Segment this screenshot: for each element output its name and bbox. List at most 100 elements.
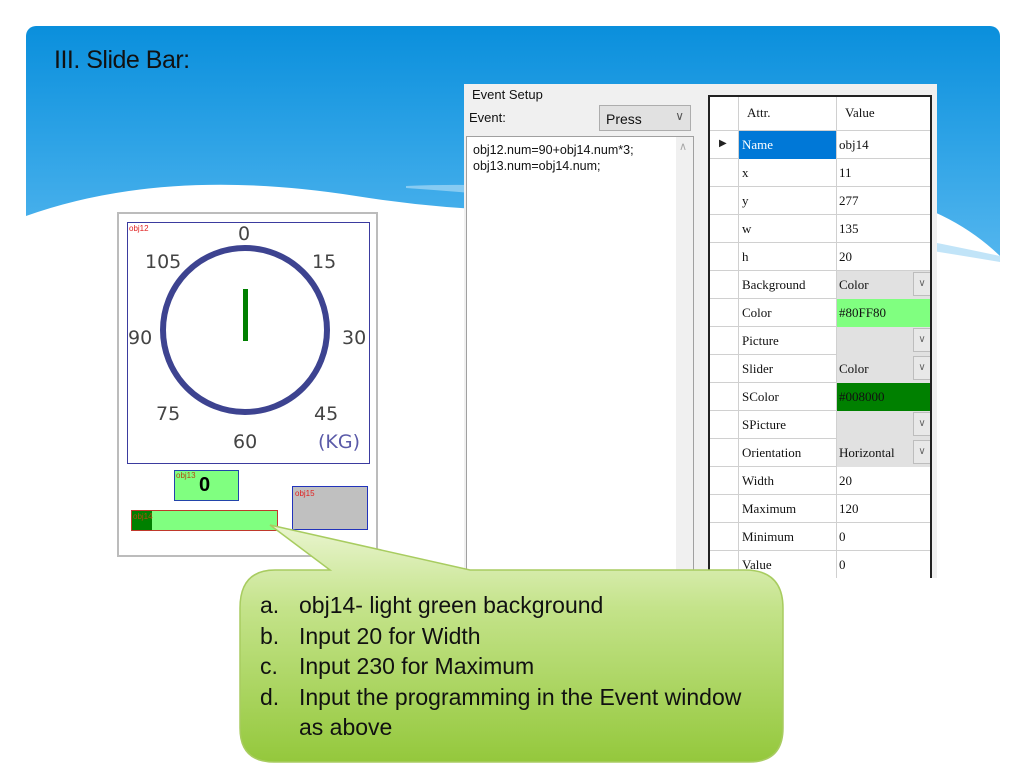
gauge-obj12[interactable]: obj12 0 15 30 45 60 75 90 105 (KG) [127,222,370,464]
item-marker: a. [260,592,280,618]
property-name[interactable]: Slider [738,355,836,383]
item-text: Input 230 for Maximum [299,653,535,679]
property-value[interactable]: 277 [836,187,930,215]
row-selector[interactable] [710,439,738,467]
property-row-h[interactable]: h 20 [710,243,930,271]
dropdown-chevron-icon[interactable]: ∨ [913,440,930,464]
row-selector[interactable] [710,551,738,578]
object-tag: obj13 [176,471,196,480]
property-value[interactable]: Color ∨ [836,271,930,299]
property-name[interactable]: y [738,187,836,215]
dropdown-chevron-icon[interactable]: ∨ [913,412,930,436]
gauge-needle [243,289,248,341]
property-name[interactable]: x [738,159,836,187]
property-row-minimum[interactable]: Minimum 0 [710,523,930,551]
property-row-scolor[interactable]: SColor #008000 [710,383,930,411]
property-panel: Attr. Value ▶ Name obj14 x 11 y 277 w 135 h 20 Back… [701,84,937,578]
instruction-item: b. Input 20 for Width [260,621,760,652]
property-value[interactable]: ∨ [836,411,930,439]
property-row-w[interactable]: w 135 [710,215,930,243]
gauge-label-45: 45 [314,403,339,425]
row-selector[interactable] [710,495,738,523]
property-name[interactable]: Name [738,131,836,159]
property-row-color[interactable]: Color #80FF80 [710,299,930,327]
property-name[interactable]: Maximum [738,495,836,523]
property-row-maximum[interactable]: Maximum 120 [710,495,930,523]
row-selector[interactable]: ▶ [710,131,738,159]
property-value[interactable]: 11 [836,159,930,187]
item-marker: c. [260,653,278,679]
property-value[interactable]: obj14 [836,131,930,159]
property-row-x[interactable]: x 11 [710,159,930,187]
row-selector[interactable] [710,327,738,355]
box-obj15[interactable]: obj15 [292,486,368,530]
item-marker: b. [260,622,280,649]
row-selector-header [710,97,738,131]
property-name[interactable]: Color [738,299,836,327]
dropdown-chevron-icon[interactable]: ∨ [913,356,930,380]
property-name[interactable]: Background [738,271,836,299]
property-row-orientation[interactable]: Orientation Horizontal ∨ [710,439,930,467]
property-value-text: Color [839,277,869,292]
dropdown-chevron-icon[interactable]: ∨ [913,328,930,352]
property-value[interactable]: 20 [836,243,930,271]
property-row-width[interactable]: Width 20 [710,467,930,495]
gauge-label-75: 75 [156,403,181,425]
event-code-editor[interactable]: obj12.num=90+obj14.num*3; obj13.num=obj1… [466,136,694,574]
property-value[interactable]: #80FF80 [836,299,930,327]
code-line: obj12.num=90+obj14.num*3; [473,143,634,157]
property-name[interactable]: Orientation [738,439,836,467]
property-row-y[interactable]: y 277 [710,187,930,215]
gauge-label-60: 60 [233,431,258,453]
property-value[interactable]: 135 [836,215,930,243]
item-text: Input the programming in the Event windo… [299,683,742,741]
scroll-up-icon[interactable]: ∧ [679,139,687,155]
property-value[interactable]: Horizontal ∨ [836,439,930,467]
property-row-background[interactable]: Background Color ∨ [710,271,930,299]
property-name[interactable]: SPicture [738,411,836,439]
slider-obj14[interactable]: obj14 [131,510,278,531]
row-selector[interactable] [710,271,738,299]
row-selector[interactable] [710,355,738,383]
property-value[interactable]: Color ∨ [836,355,930,383]
property-value-text: obj14 [839,137,869,152]
code-scrollbar[interactable]: ∧ [676,137,693,574]
property-row-spicture[interactable]: SPicture ∨ [710,411,930,439]
row-selector[interactable] [710,299,738,327]
row-selector[interactable] [710,383,738,411]
instruction-item: d. Input the programming in the Event win… [260,682,760,743]
row-selector[interactable] [710,187,738,215]
row-selector[interactable] [710,467,738,495]
property-name[interactable]: Minimum [738,523,836,551]
row-selector[interactable] [710,523,738,551]
property-name[interactable]: w [738,215,836,243]
property-value[interactable]: 0 [836,551,930,578]
property-name[interactable]: Picture [738,327,836,355]
code-line: obj13.num=obj14.num; [473,159,601,173]
gauge-label-30: 30 [342,327,367,349]
dropdown-chevron-icon[interactable]: ∨ [913,272,930,296]
property-name[interactable]: h [738,243,836,271]
event-setup-title: Event Setup [472,87,543,102]
number-display-obj13[interactable]: obj13 0 [174,470,239,501]
property-row-picture[interactable]: Picture ∨ [710,327,930,355]
property-value[interactable]: ∨ [836,327,930,355]
property-name[interactable]: SColor [738,383,836,411]
property-row-value[interactable]: Value 0 [710,551,930,578]
property-value-text: 0 [839,529,846,544]
property-row-slider[interactable]: Slider Color ∨ [710,355,930,383]
property-value[interactable]: 0 [836,523,930,551]
row-selector[interactable] [710,159,738,187]
property-name[interactable]: Width [738,467,836,495]
property-value[interactable]: 20 [836,467,930,495]
property-row-name[interactable]: ▶ Name obj14 [710,131,930,159]
property-value[interactable]: 120 [836,495,930,523]
event-type-select[interactable]: Press ∨ [599,105,691,131]
row-selector[interactable] [710,215,738,243]
row-selector[interactable] [710,243,738,271]
property-value[interactable]: #008000 [836,383,930,411]
property-value-text: 277 [839,193,859,208]
property-name[interactable]: Value [738,551,836,578]
property-value-text: #80FF80 [839,305,886,320]
row-selector[interactable] [710,411,738,439]
